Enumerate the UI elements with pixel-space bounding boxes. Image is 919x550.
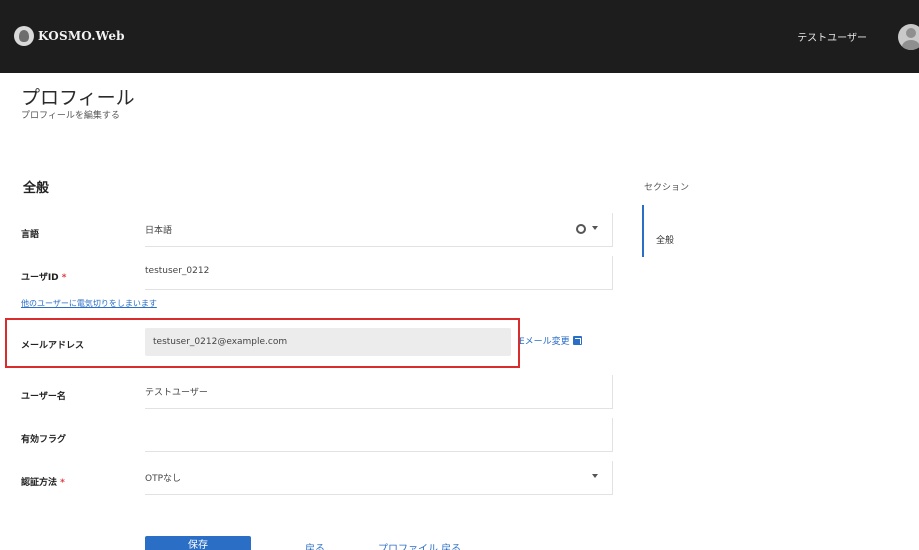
user-id-label: ユーザID * [21,270,67,283]
save-button[interactable]: 保存 [145,536,251,550]
top-navbar: KOSMO.Web テストユーザー [0,0,919,73]
chevron-down-icon [592,226,598,230]
auth-value: OTPなし [145,474,182,484]
required-mark: * [60,478,65,488]
auth-label: 認証方法 * [21,475,65,488]
required-mark: * [61,273,67,283]
email-label: メールアドレス [21,341,85,351]
email-value: testuser_0212@example.com [153,337,288,347]
avatar[interactable] [898,24,919,50]
sidebar-item-general[interactable]: 全般 [656,233,674,246]
globe-icon [576,224,586,234]
auth-label-text: 認証方法 [21,478,58,488]
language-label: 言語 [21,230,40,240]
language-value: 日本語 [145,226,173,236]
user-name-value: テストユーザー [145,388,208,398]
email-change-link[interactable]: Eメール変更 [519,334,582,347]
reset-link[interactable]: 他のユーザーに電気切りをしまいます [21,298,157,309]
page-title: プロフィール [21,87,135,109]
user-name-label: ユーザー名 [21,392,66,402]
user-name-field[interactable]: テストユーザー [145,375,613,409]
flag-label: 有効フラグ [21,435,67,445]
email-change-label: Eメール変更 [519,337,570,347]
flag-field[interactable] [145,418,613,452]
reset-button[interactable]: プロファイル 戻る [378,540,461,550]
section-nav: 全般 [642,205,842,257]
language-select[interactable]: 日本語 [145,213,613,247]
page-subtitle: プロフィールを編集する [21,111,120,121]
sidebar-heading: セクション [644,183,690,193]
user-id-label-text: ユーザID [21,273,59,283]
external-link-icon [572,336,582,345]
chevron-down-icon [592,474,598,478]
app-logo[interactable]: KOSMO.Web [14,26,125,46]
logo-icon [14,26,34,46]
section-title: 全般 [23,181,50,196]
logo-text: KOSMO.Web [38,29,125,43]
email-field[interactable]: testuser_0212@example.com [145,328,511,356]
user-id-value: testuser_0212 [145,266,210,276]
user-id-field[interactable]: testuser_0212 [145,256,613,290]
auth-select[interactable]: OTPなし [145,461,613,495]
back-button[interactable]: 戻る [305,540,325,550]
user-menu-name[interactable]: テストユーザー [797,29,867,44]
